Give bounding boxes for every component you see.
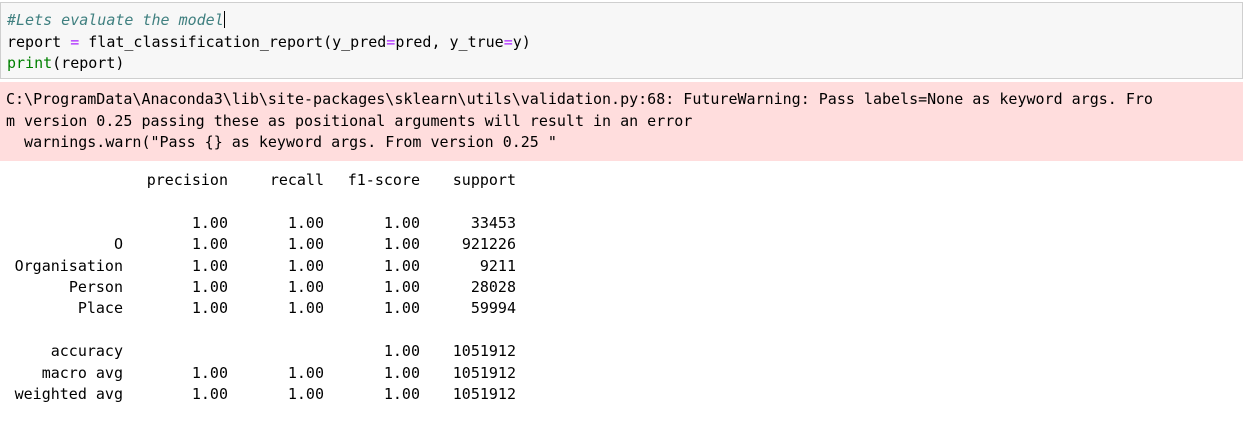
row-label: weighted avg: [14, 384, 123, 403]
row-label: Place: [77, 299, 123, 318]
stderr-line: m version 0.25 passing these as position…: [6, 111, 693, 130]
precision-cell: 1.00: [191, 299, 228, 318]
support-cell: 1051912: [452, 363, 516, 382]
precision-cell: 1.00: [191, 256, 228, 275]
support-cell: 59994: [470, 299, 516, 318]
row-label: Person: [68, 277, 123, 296]
code-comment: #Lets evaluate the model: [7, 11, 224, 29]
f1-score-cell: 1.00: [383, 256, 420, 275]
support-cell: 1051912: [452, 342, 516, 361]
code-operator: =: [70, 32, 80, 51]
recall-cell: recall: [269, 171, 324, 189]
report-summary-row: macro avg 1.00 1.00 1.00 1051912: [6, 363, 516, 384]
report-summary-row: weighted avg 1.00 1.00 1.00 1051912: [6, 384, 516, 405]
stderr-output: C:\ProgramData\Anaconda3\lib\site-packag…: [0, 82, 1243, 161]
recall-cell: 1.00: [287, 384, 324, 403]
precision-cell: 1.00: [191, 363, 228, 382]
precision-cell: 1.00: [191, 213, 228, 232]
recall-cell: 1.00: [287, 213, 324, 232]
row-label: O: [113, 235, 123, 254]
code-editor[interactable]: #Lets evaluate the model report = flat_c…: [7, 10, 531, 75]
support-cell: 9211: [479, 256, 516, 275]
row-label: accuracy: [50, 342, 123, 361]
f1-score-cell: 1.00: [383, 213, 420, 232]
classification-report-output: precision recall f1-score support 1.00 1.00 1…: [6, 170, 516, 405]
recall-cell: 1.00: [287, 299, 324, 318]
f1-score-cell: 1.00: [383, 384, 420, 403]
f1-score-cell: 1.00: [383, 235, 420, 254]
f1-score-cell: 1.00: [383, 342, 420, 361]
code-builtin: print: [7, 54, 53, 72]
support-cell: 921226: [461, 235, 516, 254]
code-token: flat_classification_report(y_pred: [79, 32, 387, 51]
report-summary-row: accuracy 1.00 1051912: [6, 341, 516, 362]
report-class-row: Person 1.00 1.00 1.00 28028: [6, 277, 516, 298]
report-class-row: 1.00 1.00 1.00 33453: [6, 213, 516, 234]
support-cell: 33453: [470, 213, 516, 232]
code-token: (report): [52, 54, 125, 72]
report-header-row: precision recall f1-score support: [6, 170, 516, 191]
code-token: pred, y_true: [395, 32, 504, 51]
code-operator: =: [503, 32, 513, 51]
support-cell: 1051912: [452, 384, 516, 403]
precision-cell: 1.00: [191, 277, 228, 296]
row-label: Organisation: [14, 256, 123, 275]
text-cursor: [223, 11, 225, 28]
recall-cell: 1.00: [287, 256, 324, 275]
recall-cell: 1.00: [287, 277, 324, 296]
f1-score-cell: f1-score: [347, 171, 420, 189]
precision-cell: 1.00: [191, 384, 228, 403]
recall-cell: 1.00: [287, 363, 324, 382]
code-token: report: [7, 32, 71, 51]
f1-score-cell: 1.00: [383, 363, 420, 382]
report-class-row: Organisation 1.00 1.00 1.00 9211: [6, 256, 516, 277]
stderr-line: warnings.warn("Pass {} as keyword args. …: [6, 133, 557, 151]
code-input-cell[interactable]: #Lets evaluate the model report = flat_c…: [0, 2, 1243, 79]
report-class-row: O 1.00 1.00 1.00 921226: [6, 234, 516, 255]
code-token: y): [512, 32, 531, 51]
precision-cell: 1.00: [191, 235, 228, 254]
support-cell: support: [452, 171, 516, 189]
code-operator: =: [386, 32, 396, 51]
row-label: macro avg: [41, 363, 123, 382]
recall-cell: 1.00: [287, 235, 324, 254]
f1-score-cell: 1.00: [383, 299, 420, 318]
stderr-text: C:\ProgramData\Anaconda3\lib\site-packag…: [6, 89, 1153, 154]
f1-score-cell: 1.00: [383, 277, 420, 296]
report-class-row: Place 1.00 1.00 1.00 59994: [6, 298, 516, 319]
stderr-line: C:\ProgramData\Anaconda3\lib\site-packag…: [6, 90, 1153, 108]
precision-cell: precision: [146, 171, 228, 189]
support-cell: 28028: [470, 277, 516, 296]
